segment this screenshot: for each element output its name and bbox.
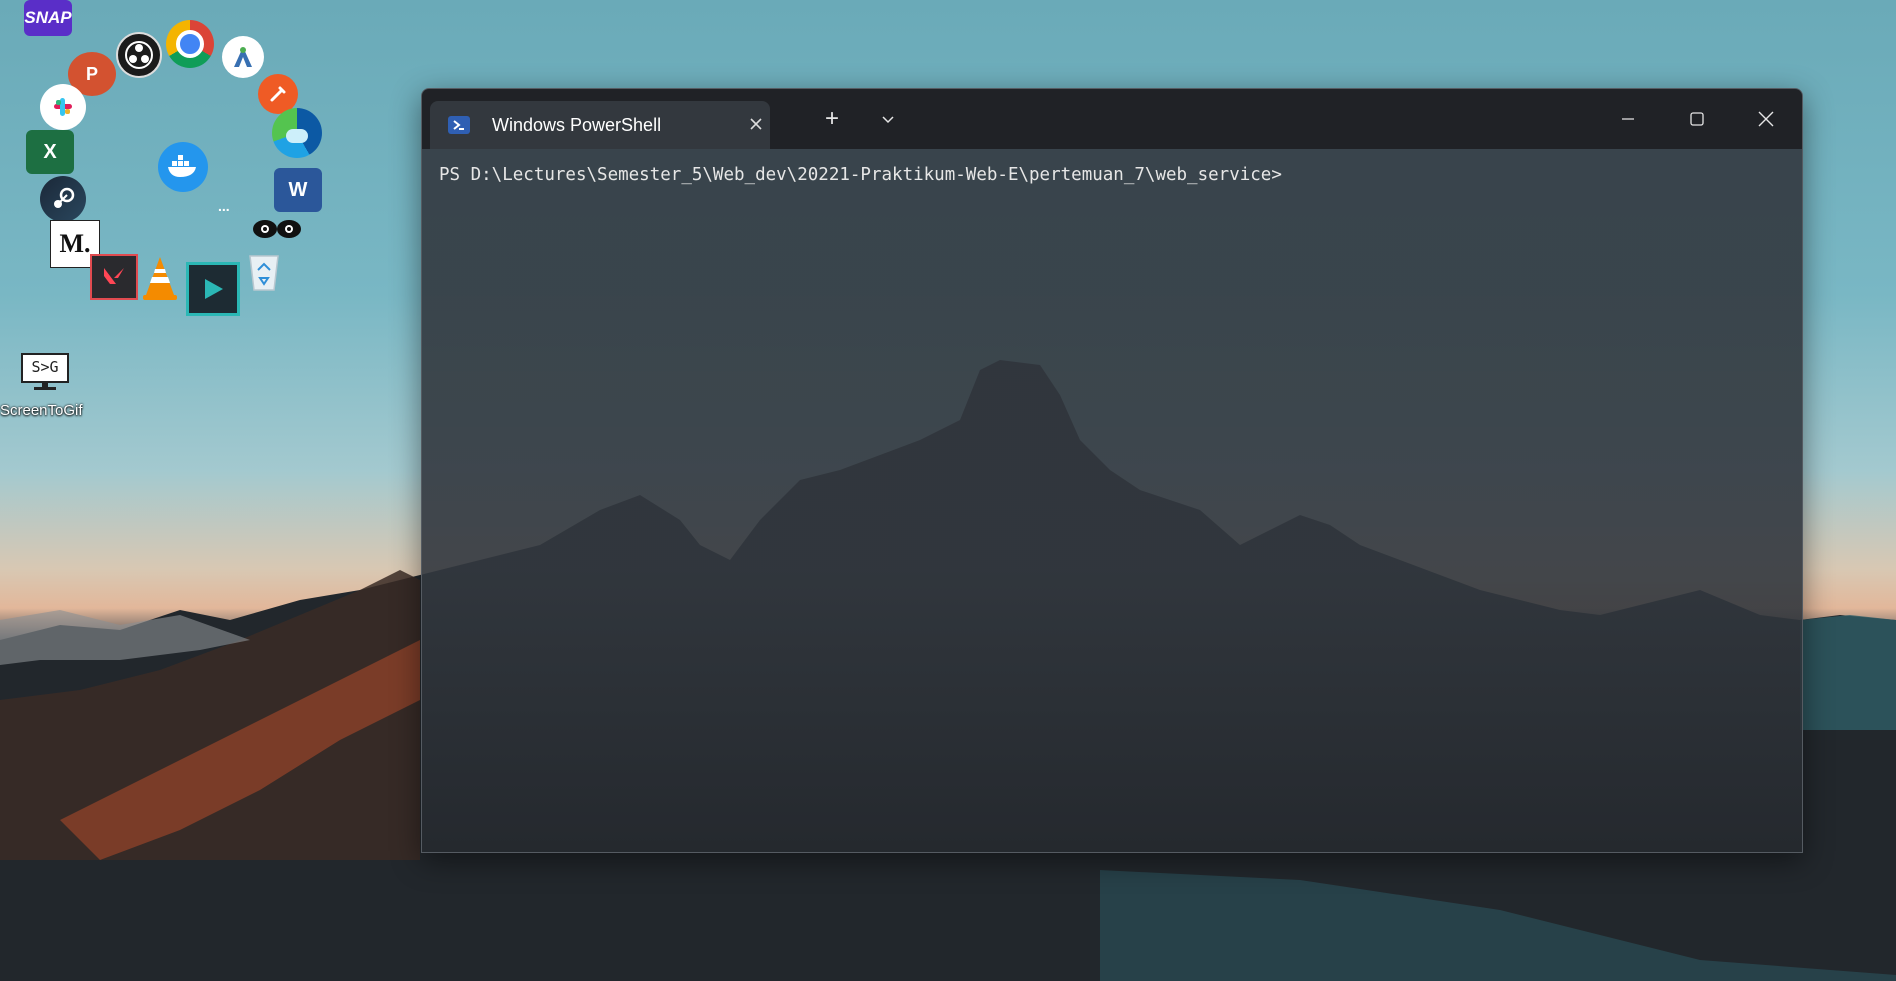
recycle-bin-icon[interactable] (246, 250, 282, 292)
minimize-button[interactable] (1594, 89, 1662, 149)
more-dots: ... (218, 198, 230, 214)
snap-icon[interactable]: SNAP (24, 0, 72, 36)
tab-close-icon[interactable] (745, 113, 767, 135)
windows-terminal-window[interactable]: Windows PowerShell + PS D:\Lectures\Seme… (421, 88, 1803, 853)
maximize-icon (1690, 112, 1704, 126)
close-icon (1758, 111, 1774, 127)
chevron-down-icon (882, 116, 894, 124)
screentogif-icon[interactable]: S>G (20, 352, 70, 392)
new-tab-button[interactable]: + (812, 99, 852, 139)
word-icon[interactable]: W (274, 168, 322, 212)
excel-icon[interactable]: X (26, 130, 74, 174)
eyes-icon[interactable] (252, 216, 302, 242)
screentogif-glyph: S>G (31, 358, 59, 376)
steam-icon[interactable] (40, 176, 86, 222)
powershell-icon (448, 116, 470, 134)
android-studio-icon[interactable] (222, 36, 264, 78)
docker-icon[interactable] (158, 142, 208, 192)
screentogif-label: ScreenToGif (0, 402, 83, 419)
slack-icon[interactable] (40, 84, 86, 130)
plus-icon: + (824, 105, 839, 132)
close-button[interactable] (1732, 89, 1800, 149)
tab-windows-powershell[interactable]: Windows PowerShell (430, 101, 770, 149)
powerdirector-icon[interactable] (186, 262, 240, 316)
maximize-button[interactable] (1663, 89, 1731, 149)
title-bar[interactable]: Windows PowerShell + (422, 89, 1802, 149)
terminal-content[interactable]: PS D:\Lectures\Semester_5\Web_dev\20221-… (422, 149, 1802, 852)
tab-title: Windows PowerShell (492, 115, 662, 135)
obs-icon[interactable] (116, 32, 162, 78)
tab-dropdown-button[interactable] (868, 99, 908, 139)
vlc-icon[interactable] (138, 254, 182, 302)
chrome-icon[interactable] (166, 20, 214, 68)
minimize-icon (1622, 118, 1634, 120)
valorant-icon[interactable] (90, 254, 138, 300)
edge-icon[interactable] (272, 108, 322, 158)
powershell-prompt: PS D:\Lectures\Semester_5\Web_dev\20221-… (439, 165, 1282, 185)
